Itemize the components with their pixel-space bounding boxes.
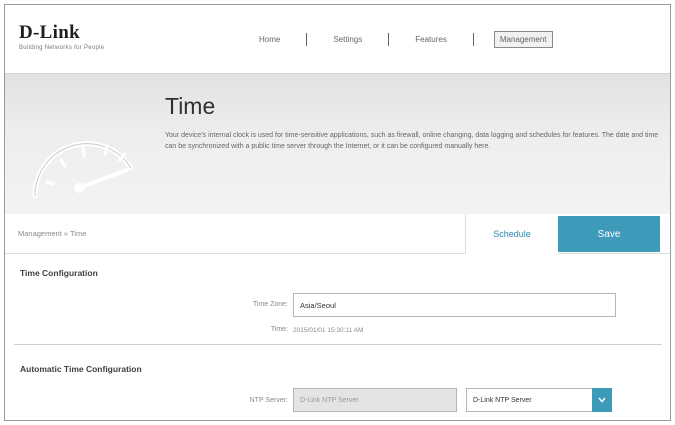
time-config-heading: Time Configuration	[20, 268, 98, 278]
page-title: Time	[165, 93, 216, 119]
nav-divider	[388, 33, 390, 46]
page-banner: Time Your device's internal clock is use…	[5, 73, 670, 214]
time-zone-field[interactable]: Asia/Seoul	[293, 293, 616, 317]
schedule-button[interactable]: Schedule	[465, 214, 558, 254]
action-bar: Management » Time Schedule Save	[5, 214, 670, 254]
gauge-icon	[32, 141, 134, 199]
page-description: Your device's internal clock is used for…	[165, 132, 659, 150]
logo-text: D-Link	[19, 22, 80, 43]
dlink-logo[interactable]: D-Link Building Networks for People	[19, 23, 104, 51]
nav-divider	[472, 33, 474, 46]
ntp-server-input[interactable]: D-Link NTP Server	[293, 388, 457, 412]
ntp-select-value: D-Link NTP Server	[473, 396, 532, 404]
nav-divider	[306, 33, 308, 46]
ntp-server-select[interactable]: D-Link NTP Server	[466, 388, 612, 412]
ntp-server-label: NTP Server:	[249, 397, 288, 404]
time-label: Time:	[270, 326, 288, 333]
nav-management[interactable]: Management	[493, 31, 553, 48]
nav-home[interactable]: Home	[253, 33, 286, 46]
header: D-Link Building Networks for People Home…	[5, 5, 670, 73]
section-divider	[14, 344, 662, 345]
current-time-value: 2015/01/01 15:30:11 AM	[293, 327, 364, 334]
main-nav: Home Settings Features Management	[253, 31, 553, 48]
auto-time-config-heading: Automatic Time Configuration	[20, 364, 142, 374]
nav-settings[interactable]: Settings	[327, 33, 368, 46]
chevron-down-icon[interactable]	[592, 388, 612, 412]
time-zone-label: Time Zone:	[252, 301, 288, 308]
save-button[interactable]: Save	[558, 216, 660, 252]
router-admin-page: D-Link Building Networks for People Home…	[4, 4, 671, 421]
breadcrumb: Management » Time	[18, 229, 87, 238]
nav-features[interactable]: Features	[409, 33, 453, 46]
logo-tagline: Building Networks for People	[19, 45, 105, 51]
